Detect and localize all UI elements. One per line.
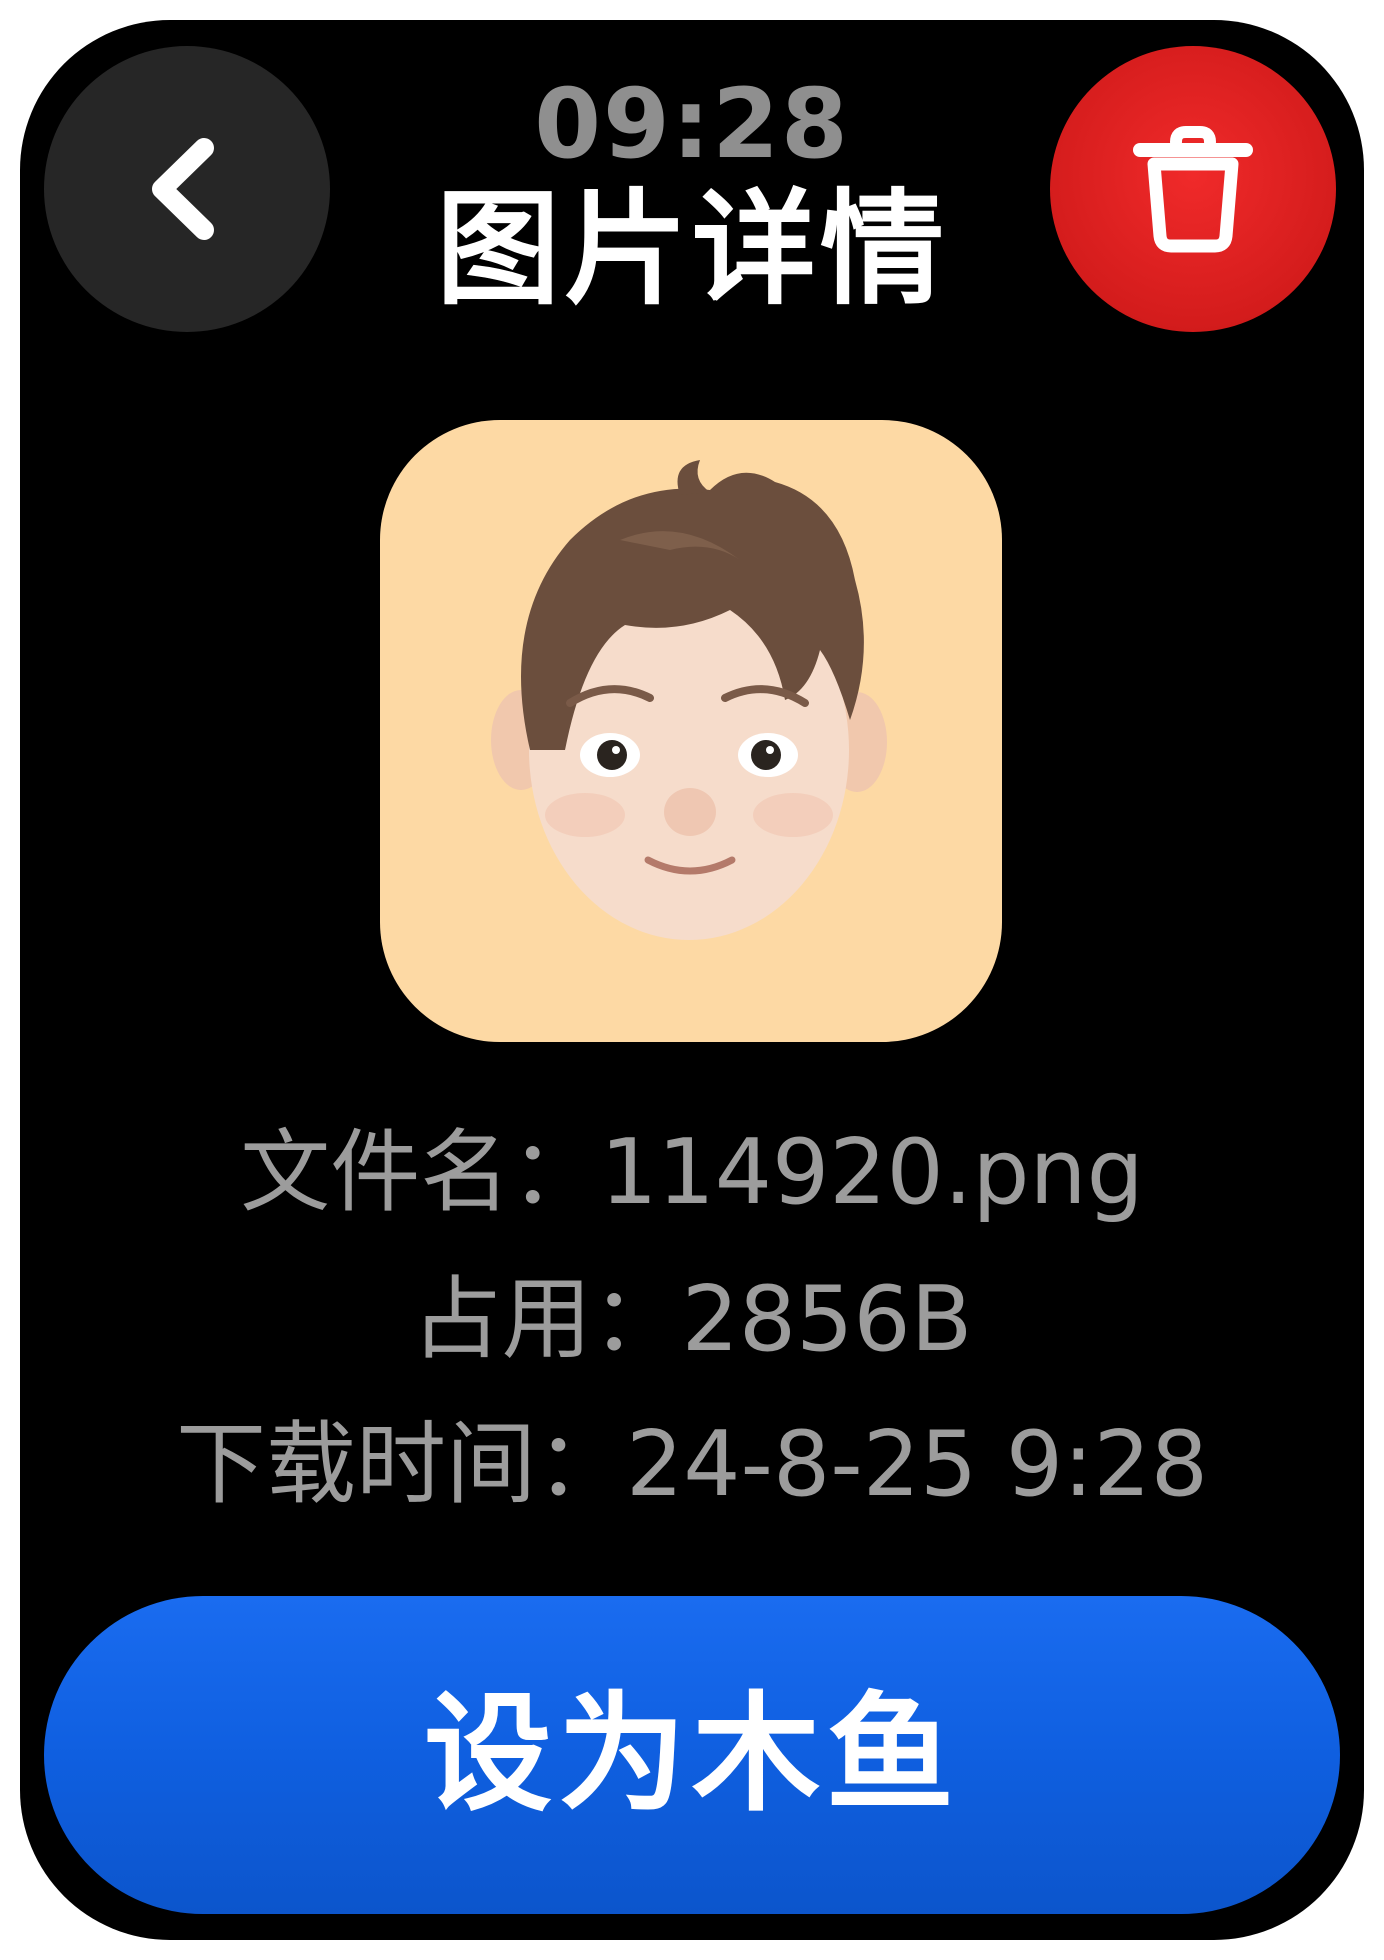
delete-button[interactable] bbox=[1050, 46, 1336, 332]
avatar bbox=[491, 460, 887, 940]
download-time-label: 下载时间： bbox=[176, 1412, 627, 1517]
filename-value: 114920.png bbox=[600, 1120, 1144, 1225]
image-preview bbox=[380, 420, 1002, 1042]
filename-label: 文件名： bbox=[240, 1120, 601, 1225]
filename-row: 文件名：114920.png bbox=[20, 1128, 1364, 1218]
back-button[interactable] bbox=[44, 46, 330, 332]
watch-screen: 09:28 图片详情 文件名：114920.png 占用：2856B 下载时间：… bbox=[20, 20, 1364, 1940]
chevron-left-icon bbox=[132, 134, 242, 244]
size-label: 占用： bbox=[411, 1267, 682, 1372]
size-value: 2856B bbox=[681, 1267, 973, 1372]
download-time-value: 24-8-25 9:28 bbox=[626, 1412, 1208, 1517]
set-as-woodfish-label: 设为木鱼 bbox=[423, 1680, 960, 1829]
set-as-woodfish-button[interactable]: 设为木鱼 bbox=[44, 1596, 1340, 1914]
download-time-row: 下载时间：24-8-25 9:28 bbox=[20, 1420, 1364, 1510]
trash-icon bbox=[1128, 124, 1258, 254]
size-row: 占用：2856B bbox=[20, 1275, 1364, 1365]
